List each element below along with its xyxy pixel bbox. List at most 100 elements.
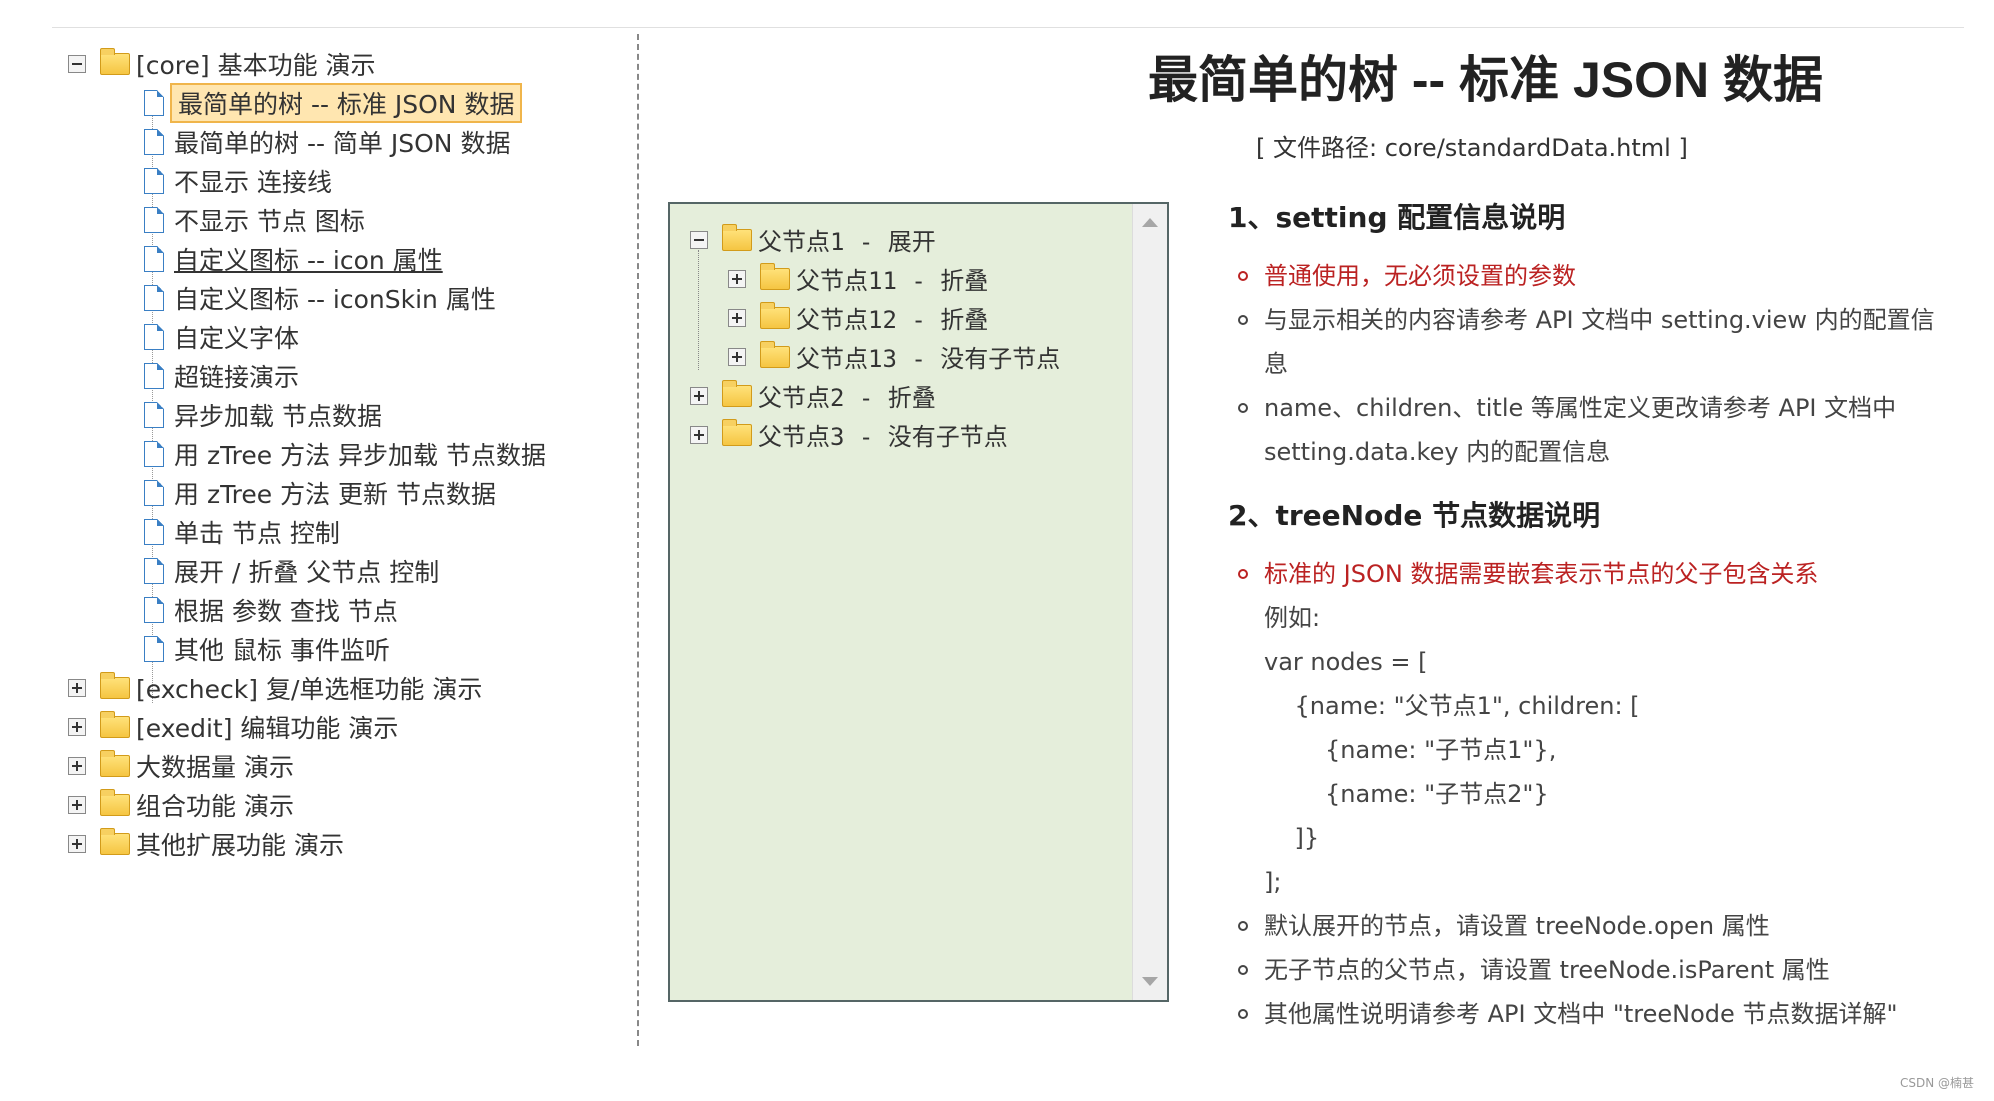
nav-group-bigdata[interactable]: 大数据量 演示 <box>68 746 628 785</box>
demo-node-label[interactable]: 父节点13 - 没有子节点 <box>796 339 1060 374</box>
page-icon <box>144 284 164 311</box>
demo-tree-panel: 父节点1 - 展开 父节点11 - 折叠 父节点12 - 折叠 父节点13 - … <box>668 202 1169 1002</box>
collapse-icon[interactable] <box>68 54 86 73</box>
nav-item-label[interactable]: 根据 参数 查找 节点 <box>174 592 398 628</box>
page-icon <box>144 479 164 506</box>
nav-item[interactable]: 最简单的树 -- 简单 JSON 数据 <box>68 122 628 161</box>
file-path: [ 文件路径: core/standardData.html ] <box>1256 134 1688 162</box>
page-icon <box>144 206 164 233</box>
demo-node-label[interactable]: 父节点3 - 没有子节点 <box>758 417 1008 452</box>
nav-group-label[interactable]: 其他扩展功能 演示 <box>136 826 344 862</box>
folder-open-icon <box>722 223 752 251</box>
nav-item[interactable]: 单击 节点 控制 <box>68 512 628 551</box>
expand-icon[interactable] <box>690 386 708 405</box>
nav-group-core[interactable]: [core] 基本功能 演示 <box>68 44 628 83</box>
nav-item-label[interactable]: 用 zTree 方法 异步加载 节点数据 <box>174 436 546 472</box>
page-icon <box>144 167 164 194</box>
nav-item-label[interactable]: 不显示 连接线 <box>174 163 332 199</box>
demo-node[interactable]: 父节点3 - 没有子节点 <box>690 415 1060 454</box>
nav-item-label[interactable]: 自定义图标 -- iconSkin 属性 <box>174 280 496 316</box>
demo-node[interactable]: 父节点1 - 展开 <box>690 220 1060 259</box>
nav-group-label[interactable]: [exedit] 编辑功能 演示 <box>136 709 398 745</box>
demo-node-label[interactable]: 父节点1 - 展开 <box>758 222 936 257</box>
nav-item-label[interactable]: 用 zTree 方法 更新 节点数据 <box>174 475 496 511</box>
collapse-icon[interactable] <box>690 230 708 249</box>
top-rule <box>52 27 1964 28</box>
nav-item-label-selected[interactable]: 最简单的树 -- 标准 JSON 数据 <box>170 82 523 123</box>
expand-icon[interactable] <box>728 347 746 366</box>
nav-group-exedit[interactable]: [exedit] 编辑功能 演示 <box>68 707 628 746</box>
nav-group-combo[interactable]: 组合功能 演示 <box>68 785 628 824</box>
nav-item[interactable]: 自定义图标 -- iconSkin 属性 <box>68 278 628 317</box>
demo-node[interactable]: 父节点2 - 折叠 <box>690 376 1060 415</box>
folder-icon <box>722 418 752 446</box>
nav-item[interactable]: 自定义字体 <box>68 317 628 356</box>
nav-group-label[interactable]: 大数据量 演示 <box>136 748 294 784</box>
demo-node[interactable]: 父节点13 - 没有子节点 <box>690 337 1060 376</box>
nav-item[interactable]: 异步加载 节点数据 <box>68 395 628 434</box>
nav-group-label[interactable]: 组合功能 演示 <box>136 787 294 823</box>
expand-icon[interactable] <box>690 425 708 444</box>
nav-group-label[interactable]: [core] 基本功能 演示 <box>136 46 376 82</box>
nav-item-label-hover[interactable]: 自定义图标 -- icon 属性 <box>174 241 443 277</box>
note-item: 标准的 JSON 数据需要嵌套表示节点的父子包含关系 例如: var nodes… <box>1238 552 1958 904</box>
expand-icon[interactable] <box>728 308 746 327</box>
nav-item-label[interactable]: 超链接演示 <box>174 358 299 394</box>
expand-icon[interactable] <box>68 834 86 853</box>
demo-node-label[interactable]: 父节点11 - 折叠 <box>796 261 988 296</box>
setting-notes: 普通使用，无必须设置的参数 与显示相关的内容请参考 API 文档中 settin… <box>1238 254 1958 474</box>
nav-item[interactable]: 最简单的树 -- 标准 JSON 数据 <box>68 82 628 123</box>
nav-item-label[interactable]: 展开 / 折叠 父节点 控制 <box>174 553 439 589</box>
demo-node-label[interactable]: 父节点2 - 折叠 <box>758 378 936 413</box>
nav-item-label[interactable]: 不显示 节点 图标 <box>174 202 365 238</box>
nav-item-label[interactable]: 异步加载 节点数据 <box>174 397 382 433</box>
expand-icon[interactable] <box>68 756 86 775</box>
note-text: 标准的 JSON 数据需要嵌套表示节点的父子包含关系 <box>1264 560 1819 588</box>
nav-item[interactable]: 其他 鼠标 事件监听 <box>68 629 628 668</box>
code-line: ]} <box>1264 824 1320 852</box>
nav-item[interactable]: 不显示 节点 图标 <box>68 200 628 239</box>
nav-group-label[interactable]: [excheck] 复/单选框功能 演示 <box>136 670 482 706</box>
code-line: var nodes = [ <box>1264 648 1428 676</box>
demo-node[interactable]: 父节点11 - 折叠 <box>690 259 1060 298</box>
nav-item-label[interactable]: 自定义字体 <box>174 319 299 355</box>
nav-item[interactable]: 展开 / 折叠 父节点 控制 <box>68 551 628 590</box>
note-item: name、children、title 等属性定义更改请参考 API 文档中 s… <box>1238 386 1958 474</box>
nav-group-other[interactable]: 其他扩展功能 演示 <box>68 824 628 863</box>
vertical-scrollbar[interactable] <box>1132 204 1167 1000</box>
nav-item[interactable]: 自定义图标 -- icon 属性 <box>68 239 628 278</box>
demo-node[interactable]: 父节点12 - 折叠 <box>690 298 1060 337</box>
nav-item[interactable]: 根据 参数 查找 节点 <box>68 590 628 629</box>
page-title: 最简单的树 -- 标准 JSON 数据 <box>1148 52 1824 108</box>
folder-icon <box>100 671 130 699</box>
scroll-down-arrow-icon[interactable] <box>1142 977 1158 986</box>
nav-item-label[interactable]: 最简单的树 -- 简单 JSON 数据 <box>174 124 510 160</box>
page-icon <box>144 401 164 428</box>
note-item: 默认展开的节点，请设置 treeNode.open 属性 <box>1238 904 1958 948</box>
nav-item[interactable]: 用 zTree 方法 更新 节点数据 <box>68 473 628 512</box>
expand-icon[interactable] <box>68 795 86 814</box>
expand-icon[interactable] <box>68 717 86 736</box>
expand-icon[interactable] <box>728 269 746 288</box>
note-item: 普通使用，无必须设置的参数 <box>1238 254 1958 298</box>
nav-item[interactable]: 用 zTree 方法 异步加载 节点数据 <box>68 434 628 473</box>
nav-item-label[interactable]: 其他 鼠标 事件监听 <box>174 631 390 667</box>
note-item: 无子节点的父节点，请设置 treeNode.isParent 属性 <box>1238 948 1958 992</box>
note-item: 与显示相关的内容请参考 API 文档中 setting.view 内的配置信息 <box>1238 298 1958 386</box>
code-line: {name: "父节点1", children: [ <box>1264 692 1640 720</box>
scroll-up-arrow-icon[interactable] <box>1142 218 1158 227</box>
nav-item[interactable]: 超链接演示 <box>68 356 628 395</box>
page-icon <box>144 362 164 389</box>
folder-open-icon <box>100 47 130 75</box>
expand-icon[interactable] <box>68 678 86 697</box>
nav-tree: [core] 基本功能 演示 最简单的树 -- 标准 JSON 数据 最简单的树… <box>68 44 628 863</box>
demo-node-label[interactable]: 父节点12 - 折叠 <box>796 300 988 335</box>
nav-item-label[interactable]: 单击 节点 控制 <box>174 514 340 550</box>
page-icon <box>144 89 164 116</box>
page-icon <box>144 557 164 584</box>
nav-group-excheck[interactable]: [excheck] 复/单选框功能 演示 <box>68 668 628 707</box>
folder-icon <box>760 301 790 329</box>
folder-icon <box>100 749 130 777</box>
folder-icon <box>760 340 790 368</box>
nav-item[interactable]: 不显示 连接线 <box>68 161 628 200</box>
